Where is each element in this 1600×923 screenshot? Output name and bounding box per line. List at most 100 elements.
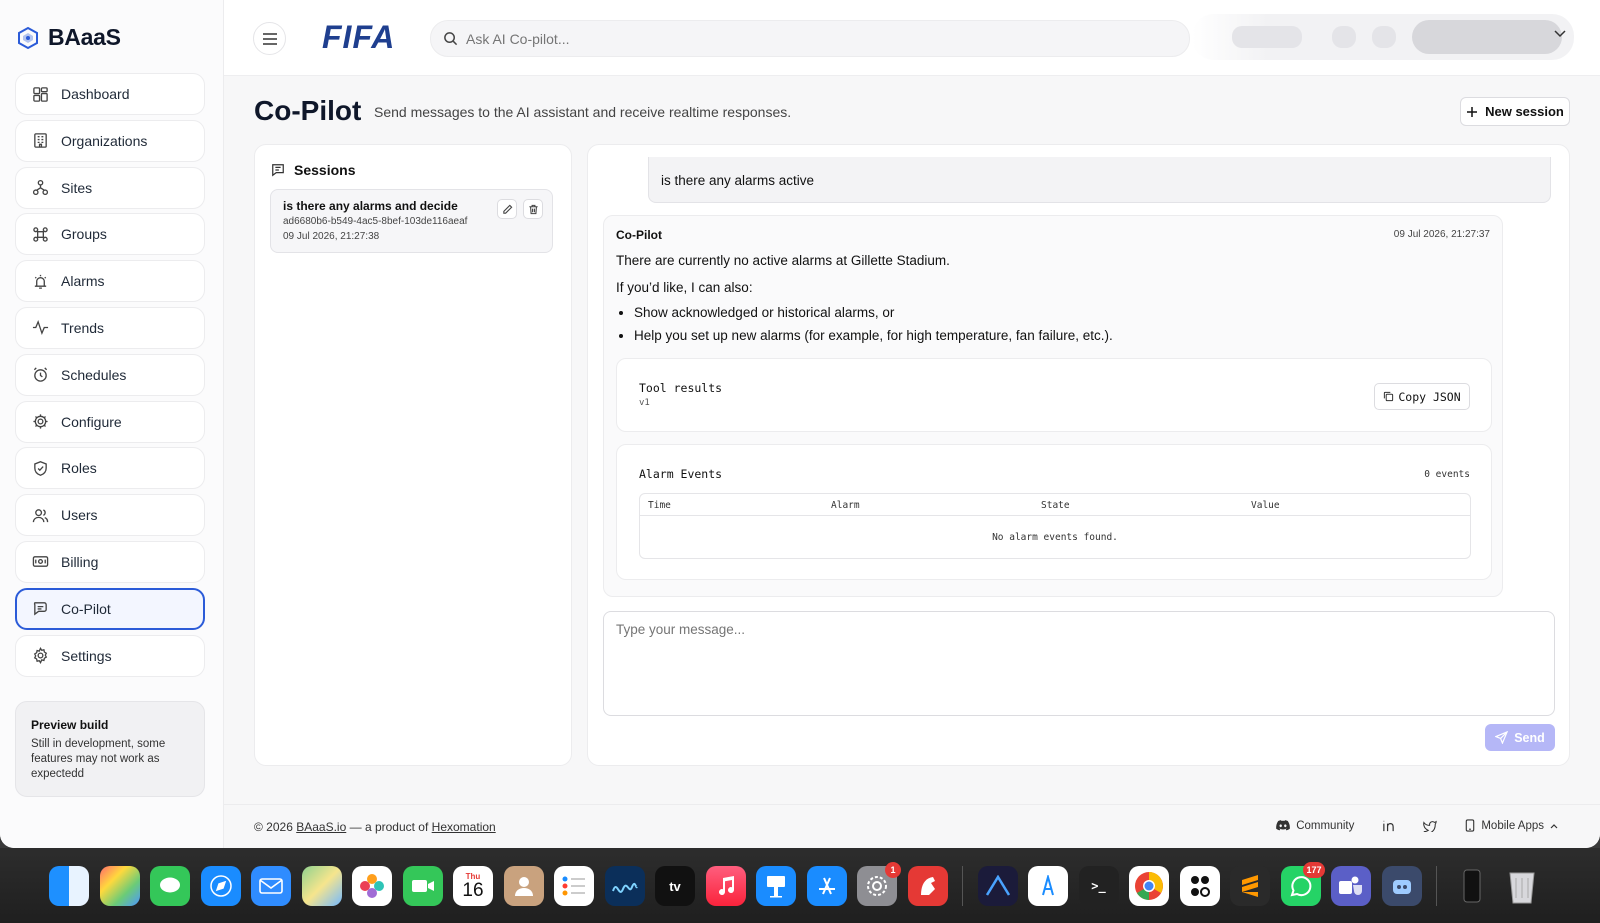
music-icon[interactable]	[705, 866, 746, 906]
launchpad-icon[interactable]	[99, 866, 140, 906]
edit-session-button[interactable]	[497, 199, 517, 219]
sidebar-item-co-pilot[interactable]: Co-Pilot	[15, 587, 205, 630]
sidebar-item-label: Sites	[61, 179, 93, 196]
message-composer[interactable]	[603, 611, 1555, 716]
calendar-icon[interactable]: Thu 16	[453, 866, 493, 906]
message-input[interactable]	[604, 612, 1554, 715]
trash-dock-icon[interactable]	[1502, 866, 1542, 906]
vector-app-icon[interactable]	[977, 866, 1018, 906]
user-profile-menu[interactable]	[1412, 20, 1562, 54]
system-settings-icon[interactable]: 1	[857, 862, 901, 906]
alarm-icon	[34, 274, 47, 289]
sites-icon	[32, 180, 49, 196]
sidebar-item-billing[interactable]: Billing	[15, 540, 205, 583]
footer-links: Community Mobile Apps	[1276, 819, 1558, 832]
teams-icon[interactable]	[1331, 866, 1371, 906]
blurred-action[interactable]	[1332, 26, 1356, 48]
figma-like-icon[interactable]	[1179, 866, 1220, 906]
settings-gear-icon	[867, 876, 887, 896]
topbar: FIFA	[224, 0, 1600, 76]
finder-icon[interactable]	[49, 866, 89, 906]
twitter-icon[interactable]	[1423, 820, 1437, 832]
phone-mirroring-icon[interactable]	[1452, 866, 1492, 906]
community-label: Community	[1296, 819, 1355, 832]
sidebar-nav: Dashboard Organizations Sites Groups Ala…	[15, 73, 205, 681]
sidebar-item-roles[interactable]: Roles	[15, 447, 205, 490]
baaas-link[interactable]: BAaaS.io	[296, 820, 346, 834]
community-link[interactable]: Community	[1276, 820, 1354, 832]
sidebar-item-configure[interactable]: Configure	[15, 400, 205, 443]
whatsapp-icon[interactable]: 177	[1280, 862, 1325, 906]
sidebar-item-schedules[interactable]: Schedules	[15, 353, 205, 396]
menu-toggle-button[interactable]	[253, 22, 286, 55]
list-icon	[562, 876, 585, 896]
billing-icon	[32, 556, 49, 568]
column-header-state: State	[1041, 500, 1070, 511]
sidebar-item-sites[interactable]: Sites	[15, 166, 205, 209]
column-header-value: Value	[1251, 500, 1280, 511]
sidebar-item-trends[interactable]: Trends	[15, 306, 205, 349]
sublime-text-icon[interactable]	[1230, 866, 1270, 906]
send-button[interactable]: Send	[1485, 724, 1555, 751]
command-icon	[33, 227, 48, 242]
alarm-events-title: Alarm Events	[639, 467, 723, 481]
sidebar-item-groups[interactable]: Groups	[15, 213, 205, 256]
app-store-icon[interactable]	[806, 866, 847, 906]
smartphone-icon	[1466, 819, 1475, 832]
keynote-icon[interactable]	[756, 866, 796, 906]
sidebar-item-label: Configure	[61, 413, 122, 430]
red-app-icon[interactable]	[907, 866, 948, 906]
linkedin-icon[interactable]	[1382, 819, 1395, 832]
send-icon	[1495, 731, 1509, 744]
terminal-icon[interactable]: >_	[1078, 866, 1119, 906]
brand[interactable]: BAaaS	[16, 24, 121, 51]
dock-separator	[962, 866, 963, 906]
new-session-label: New session	[1485, 104, 1564, 119]
tool-results-version: v1	[639, 398, 650, 408]
safari-icon[interactable]	[200, 866, 241, 906]
maps-icon[interactable]	[301, 866, 342, 906]
column-header-alarm: Alarm	[831, 500, 860, 511]
preview-desc: Still in development, some features may …	[31, 738, 166, 780]
sidebar-item-organizations[interactable]: Organizations	[15, 119, 205, 162]
messages-icon[interactable]	[150, 866, 190, 906]
sidebar-item-dashboard[interactable]: Dashboard	[15, 73, 205, 115]
sessions-panel: Sessions is there any alarms and decide …	[254, 144, 572, 766]
apple-tv-label-icon: tv	[669, 878, 681, 894]
video-camera-icon	[411, 880, 434, 892]
sidebar-item-label: Settings	[61, 647, 112, 664]
music-note-icon	[718, 876, 734, 896]
search-input[interactable]	[466, 30, 1146, 47]
copy-json-button[interactable]: Copy JSON	[1374, 383, 1470, 410]
xcode-like-icon[interactable]	[1028, 866, 1068, 906]
chevron-down-icon[interactable]	[1554, 30, 1566, 38]
blurred-action[interactable]	[1372, 26, 1396, 48]
delete-session-button[interactable]	[523, 199, 543, 219]
search-bar[interactable]	[430, 20, 1190, 57]
sidebar-item-alarms[interactable]: Alarms	[15, 260, 205, 303]
new-session-button[interactable]: New session	[1460, 97, 1570, 126]
hexomation-link[interactable]: Hexomation	[432, 820, 496, 834]
footer-copyright: © 2026 BAaaS.io — a product of Hexomatio…	[254, 820, 496, 834]
blurred-action[interactable]	[1232, 26, 1302, 48]
assistant-bullet: Help you set up new alarms (for example,…	[634, 328, 1490, 343]
sidebar-item-label: Dashboard	[61, 86, 130, 102]
photos-icon[interactable]	[352, 866, 392, 906]
sidebar-item-settings[interactable]: Settings	[15, 634, 205, 677]
session-item[interactable]: is there any alarms and decide ad6680b6-…	[270, 189, 553, 253]
blue-bot-icon[interactable]	[1381, 866, 1422, 906]
user-message: is there any alarms active	[648, 157, 1551, 203]
brand-name: BAaaS	[48, 24, 121, 50]
mail-icon[interactable]	[251, 866, 291, 906]
preview-title: Preview build	[31, 718, 109, 732]
facetime-icon[interactable]	[402, 866, 443, 906]
envelope-icon	[259, 878, 283, 894]
mobile-apps-menu[interactable]: Mobile Apps	[1465, 819, 1558, 832]
reminders-icon[interactable]	[554, 866, 594, 906]
chrome-icon[interactable]	[1129, 866, 1169, 906]
freeform-icon[interactable]	[604, 866, 645, 906]
sidebar-item-users[interactable]: Users	[15, 494, 205, 537]
settings-icon	[33, 647, 48, 665]
apple-tv-icon[interactable]: tv	[655, 866, 695, 906]
contacts-icon[interactable]	[503, 866, 544, 906]
